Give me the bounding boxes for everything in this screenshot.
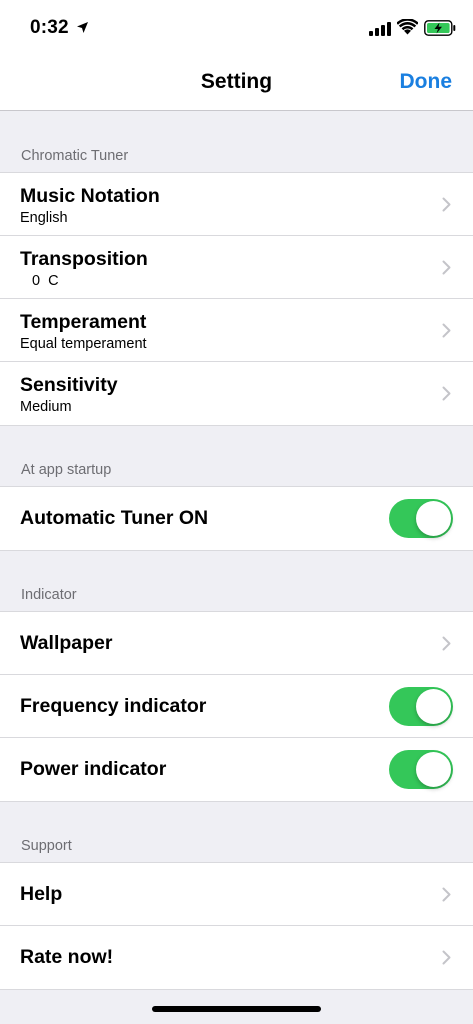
row-title: Power indicator [20,758,167,780]
row-value: Equal temperament [20,336,147,352]
row-title: Music Notation [20,185,160,207]
row-title: Automatic Tuner ON [20,507,209,529]
support-group: Help Rate now! [0,862,473,990]
wifi-icon [397,19,418,35]
music-notation-row[interactable]: Music Notation English [0,173,473,236]
status-bar: 0:32 [0,0,473,56]
status-time: 0:32 [30,17,69,38]
sensitivity-row[interactable]: Sensitivity Medium [0,362,473,425]
section-header-indicator: Indicator [21,587,77,603]
power-indicator-toggle[interactable] [389,750,453,789]
row-value: Medium [20,399,72,415]
automatic-tuner-row: Automatic Tuner ON [0,487,473,550]
row-title: Help [20,883,63,905]
chevron-right-icon [442,323,451,338]
transposition-row[interactable]: Transposition 0 C [0,236,473,299]
temperament-row[interactable]: Temperament Equal temperament [0,299,473,362]
rate-now-row[interactable]: Rate now! [0,926,473,989]
location-arrow-icon [77,22,88,33]
frequency-indicator-toggle[interactable] [389,687,453,726]
frequency-indicator-row: Frequency indicator [0,675,473,738]
settings-screen: 0:32 Setting Done Chromatic Tuner Music … [0,0,473,1024]
row-title: Wallpaper [20,632,113,654]
row-value: English [20,210,68,226]
row-title: Sensitivity [20,374,118,396]
row-title: Frequency indicator [20,695,207,717]
row-title: Temperament [20,311,147,333]
section-header-chromatic-tuner: Chromatic Tuner [21,148,129,164]
help-row[interactable]: Help [0,863,473,926]
navigation-bar: Setting Done [0,56,473,111]
toggle-knob [416,501,451,536]
chevron-right-icon [442,197,451,212]
section-header-support: Support [21,838,72,854]
chromatic-tuner-group: Music Notation English Transposition 0 C… [0,172,473,426]
cellular-signal-icon [369,22,391,36]
chevron-right-icon [442,887,451,902]
app-startup-group: Automatic Tuner ON [0,486,473,551]
indicator-group: Wallpaper Frequency indicator Power indi… [0,611,473,802]
row-value: 0 C [32,273,59,289]
automatic-tuner-toggle[interactable] [389,499,453,538]
toggle-knob [416,752,451,787]
chevron-right-icon [442,386,451,401]
power-indicator-row: Power indicator [0,738,473,801]
section-header-at-app-startup: At app startup [21,462,112,478]
home-indicator[interactable] [152,1006,321,1012]
done-button[interactable]: Done [400,70,453,94]
wallpaper-row[interactable]: Wallpaper [0,612,473,675]
row-title: Transposition [20,248,148,270]
toggle-knob [416,689,451,724]
row-title: Rate now! [20,946,114,968]
chevron-right-icon [442,950,451,965]
chevron-right-icon [442,260,451,275]
chevron-right-icon [442,636,451,651]
battery-charging-icon [424,20,456,36]
